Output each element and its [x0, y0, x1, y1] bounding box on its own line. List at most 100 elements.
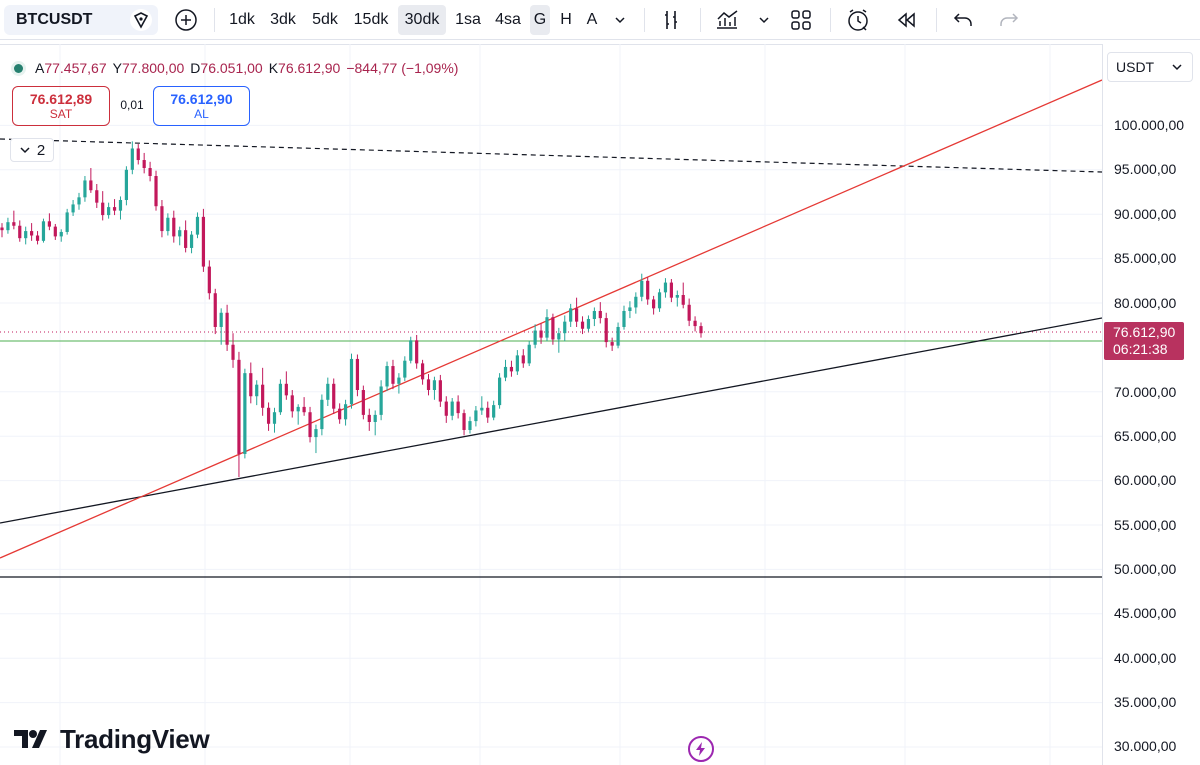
timeframe-dropdown-chevron-icon[interactable] — [608, 5, 632, 35]
candle-body — [503, 366, 508, 378]
replay-rewind-icon[interactable] — [888, 5, 924, 35]
candle-body — [527, 344, 531, 364]
candle-body — [172, 217, 176, 237]
candle-body — [148, 168, 152, 177]
candle-body — [225, 312, 229, 345]
timeframe-1sa[interactable]: 1sa — [450, 5, 486, 35]
timeframe-1dk[interactable]: 1dk — [224, 5, 260, 35]
price-tick: 40.000,00 — [1114, 650, 1177, 666]
alert-clock-icon[interactable] — [840, 5, 876, 35]
indicators-dropdown-chevron-icon[interactable] — [752, 5, 776, 35]
candle-body — [634, 296, 638, 308]
candle-body — [646, 280, 650, 300]
candle-body — [0, 227, 4, 231]
candle-body — [693, 320, 697, 327]
candle-body — [308, 412, 312, 438]
candle-body — [622, 310, 626, 327]
redo-icon[interactable] — [992, 5, 1026, 35]
candle-body — [107, 207, 111, 216]
price-tick: 30.000,00 — [1114, 738, 1177, 754]
timeframe-a[interactable]: A — [581, 5, 603, 35]
add-symbol-icon[interactable] — [170, 5, 202, 35]
toolbar-divider — [644, 8, 645, 32]
dashed-resistance-line[interactable] — [0, 138, 1102, 173]
timeframe-4sa[interactable]: 4sa — [490, 5, 526, 35]
candle-body — [195, 216, 200, 235]
timeframe-h[interactable]: H — [555, 5, 577, 35]
candle-body — [681, 295, 685, 305]
layouts-grid-icon[interactable] — [784, 5, 818, 35]
indicators-icon[interactable] — [710, 5, 744, 35]
price-tick: 100.000,00 — [1114, 117, 1185, 133]
candle-body — [349, 358, 354, 405]
candle-body — [675, 295, 679, 298]
sell-button[interactable]: 76.612,89 SAT — [12, 86, 110, 126]
candle-body — [213, 293, 217, 327]
candle-body — [420, 363, 425, 380]
timeframe-5dk[interactable]: 5dk — [306, 5, 344, 35]
low-label: D — [190, 60, 201, 76]
indicators-collapse-button[interactable]: 2 — [10, 138, 54, 162]
price-tick: 65.000,00 — [1114, 428, 1177, 444]
candle-body — [95, 190, 99, 203]
candle-body — [580, 321, 585, 329]
candle-body — [379, 386, 383, 415]
bar-style-candles-icon[interactable] — [654, 5, 688, 35]
candle-body — [432, 380, 437, 391]
candle-body — [278, 383, 283, 413]
chevron-down-icon — [1172, 64, 1182, 71]
candle-body — [604, 318, 608, 343]
timeframe-g[interactable]: G — [530, 5, 550, 35]
toolbar-divider — [830, 8, 831, 32]
candle-body — [515, 355, 519, 372]
candle-body — [326, 383, 330, 400]
ascending-support-trendline[interactable] — [0, 317, 1102, 524]
chart-plot-area[interactable] — [0, 44, 1102, 765]
candle-body — [53, 226, 57, 237]
candle-body — [189, 234, 194, 248]
candle-body — [557, 333, 561, 340]
change-value: −844,77 (−1,09%) — [346, 60, 459, 76]
symbol-search-button[interactable]: BTCUSDT — [4, 5, 158, 35]
candle-body — [320, 399, 324, 430]
candle-body — [18, 225, 22, 239]
candle-body — [598, 310, 602, 319]
price-tick: 45.000,00 — [1114, 605, 1177, 621]
candle-body — [302, 406, 306, 413]
top-toolbar: BTCUSDT 1dk 3dk 5dk 15dk 30dk 1sa 4sa G … — [0, 0, 1200, 40]
timeframe-30dk[interactable]: 30dk — [398, 5, 446, 35]
price-tick: 70.000,00 — [1114, 384, 1177, 400]
spread-value: 0,01 — [120, 98, 144, 112]
candle-body — [6, 222, 10, 231]
toolbar-divider — [936, 8, 937, 32]
timeframe-15dk[interactable]: 15dk — [348, 5, 394, 35]
ascending-resistance-trendline[interactable] — [0, 79, 1102, 559]
tradingview-logo[interactable]: TradingView — [14, 724, 210, 754]
buy-price: 76.612,90 — [170, 91, 233, 107]
price-chart[interactable] — [0, 44, 1102, 765]
timeframe-3dk[interactable]: 3dk — [264, 5, 302, 35]
candle-body — [160, 206, 164, 232]
buy-button[interactable]: 76.612,90 AL — [153, 86, 250, 126]
candle-body — [480, 407, 484, 411]
bar-countdown: 06:21:38 — [1113, 341, 1168, 357]
candle-body — [12, 222, 16, 226]
candle-body — [669, 282, 673, 298]
sell-price: 76.612,89 — [29, 91, 93, 107]
candle-body — [118, 199, 123, 211]
candle-body — [497, 377, 502, 406]
candle-body — [243, 373, 247, 454]
symbol-flag-icon[interactable] — [130, 9, 152, 31]
symbol-name: BTCUSDT — [16, 11, 93, 28]
candle-body — [101, 202, 105, 216]
undo-icon[interactable] — [946, 5, 980, 35]
flash-lightning-icon[interactable] — [688, 736, 714, 762]
candle-body — [355, 358, 360, 391]
candle-body — [486, 407, 490, 418]
currency-select[interactable]: USDT — [1107, 52, 1193, 82]
candle-body — [569, 308, 573, 322]
candle-body — [35, 235, 40, 241]
candle-body — [124, 169, 128, 200]
candle-body — [255, 384, 259, 397]
candle-body — [184, 230, 188, 248]
